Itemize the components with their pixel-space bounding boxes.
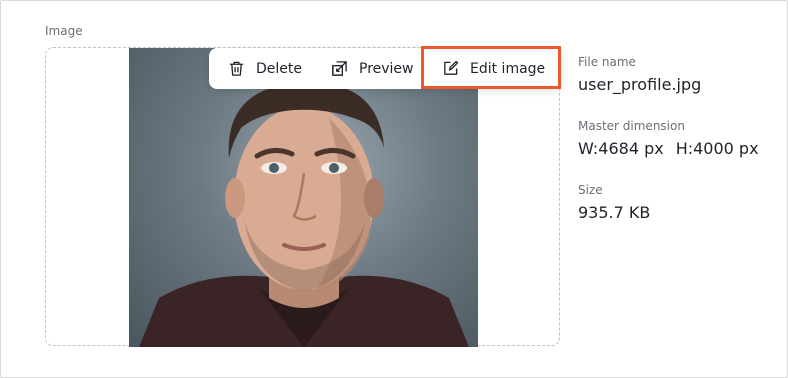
dimension-label: Master dimension [578,119,685,133]
file-name-group: File name user_profile.jpg [578,55,701,94]
preview-label: Preview [359,60,414,77]
trash-icon [229,61,244,76]
profile-photo [129,48,478,347]
size-label: Size [578,183,603,197]
dimension-value: W:4684 px H:4000 px [578,139,759,158]
delete-label: Delete [256,60,302,77]
dimension-group: Master dimension W:4684 px H:4000 px [578,119,759,158]
file-name-value: user_profile.jpg [578,75,702,94]
preview-button[interactable]: Preview [331,48,414,89]
size-value: 935.7 KB [578,203,651,222]
size-group: Size 935.7 KB [578,183,650,222]
file-name-label: File name [578,55,636,69]
delete-button[interactable]: Delete [228,48,302,89]
portrait-illustration [139,82,469,347]
dimension-width: W:4684 px [578,139,664,158]
edit-image-highlight [421,46,561,89]
image-section-label: Image [45,24,83,38]
expand-icon [332,61,347,76]
dimension-height: H:4000 px [675,139,759,158]
